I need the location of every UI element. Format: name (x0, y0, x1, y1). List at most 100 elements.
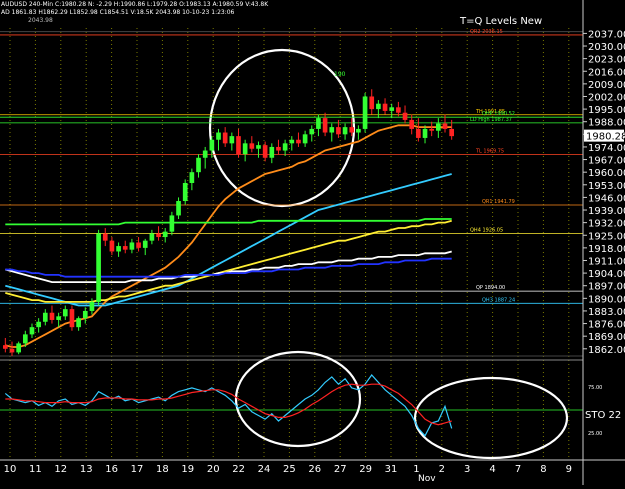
candle-body (89, 301, 95, 311)
candle-body (329, 127, 335, 133)
level-label: QP 1894.00 (476, 285, 505, 291)
candle-body (322, 118, 328, 133)
y-tick-label: 1890.00 (588, 294, 625, 305)
y-tick-label: 1946.00 (588, 193, 625, 204)
candle-body (422, 128, 428, 138)
candle-body (289, 139, 295, 144)
y-tick-label: 1939.00 (588, 206, 625, 217)
candle-body (336, 127, 341, 135)
candle-body (49, 312, 55, 320)
candle-body (409, 119, 415, 129)
candle-body (136, 242, 141, 248)
candle-body (316, 118, 321, 129)
candle-body (349, 127, 355, 133)
y-tick-label: 2023.00 (588, 55, 625, 66)
x-tick-label: 12 (54, 464, 67, 475)
y-tick-label: 1960.00 (588, 168, 625, 179)
x-tick-label: 10 (4, 464, 17, 475)
candle-body (256, 145, 261, 149)
chart-svg: QR2 2036.15TH 1991.85QHP 1990.52LD High … (0, 0, 625, 485)
y-tick-label: 1876.00 (588, 320, 625, 331)
candle-body (176, 201, 181, 216)
candle-body (122, 246, 128, 250)
sto-tick-label: 25.00 (588, 431, 602, 437)
y-tick-label: 1925.00 (588, 231, 625, 242)
candle-body (156, 233, 161, 238)
last-price-label: 1980.28 (586, 132, 625, 143)
candle-body (109, 240, 115, 252)
y-tick-label: 2016.00 (588, 67, 625, 78)
x-tick-label: 4 (489, 464, 495, 475)
y-tick-label: 1988.00 (588, 118, 625, 129)
candle-body (236, 136, 241, 155)
candle-body (162, 231, 168, 238)
candle-body (96, 233, 101, 302)
level-label: QR1 1941.79 (482, 199, 515, 205)
candle-body (282, 143, 288, 151)
x-tick-label: 24 (258, 464, 271, 475)
sto-title: STO 22 (585, 410, 621, 421)
candle-body (436, 123, 441, 131)
candle-body (9, 348, 15, 353)
y-tick-label: 1883.00 (588, 307, 625, 318)
y-tick-label: 2030.00 (588, 42, 625, 53)
candle-body (249, 143, 255, 149)
y-tick-label: 1897.00 (588, 282, 625, 293)
chart-background (0, 0, 625, 485)
candle-body (449, 128, 455, 137)
sto-tick-label: 75.00 (588, 385, 602, 391)
candle-body (56, 316, 61, 320)
y-tick-label: 1904.00 (588, 269, 625, 280)
y-tick-label: 1869.00 (588, 332, 625, 343)
candle-body (262, 145, 268, 158)
x-tick-label: 7 (515, 464, 521, 475)
candle-body (102, 233, 108, 241)
x-tick-label: 16 (105, 464, 118, 475)
y-tick-label: 1932.00 (588, 219, 625, 230)
candle-body (389, 107, 395, 111)
x-tick-label: 18 (156, 464, 169, 475)
candle-body (116, 246, 121, 252)
x-tick-label: 29 (359, 464, 372, 475)
candle-body (82, 310, 88, 319)
x-tick-label: 8 (540, 464, 546, 475)
candle-body (429, 128, 435, 131)
candle-body (29, 327, 35, 335)
header-corner-value: 2043.98 (28, 17, 53, 24)
x-month-label: Nov (418, 474, 436, 484)
candle-body (362, 96, 368, 129)
y-tick-label: 2002.00 (588, 92, 625, 103)
candle-body (196, 157, 201, 173)
candle-body (42, 312, 48, 322)
y-tick-label: 1967.00 (588, 156, 625, 167)
candle-body (209, 139, 215, 151)
candle-body (302, 134, 308, 144)
candle-body (149, 233, 155, 241)
candle-body (142, 240, 148, 248)
level-label: LD High 1987.37 (470, 117, 512, 123)
candle-body (242, 143, 248, 155)
candle-body (189, 172, 195, 183)
chart-title: T=Q Levels New (459, 16, 542, 27)
x-tick-label: 3 (464, 464, 470, 475)
x-tick-label: 13 (80, 464, 93, 475)
y-tick-label: 2009.00 (588, 80, 625, 91)
candle-body (229, 136, 235, 144)
candle-body (442, 123, 448, 129)
x-tick-label: 22 (232, 464, 245, 475)
candle-body (22, 334, 28, 344)
x-tick-label: 11 (29, 464, 42, 475)
candle-body (216, 132, 221, 140)
x-tick-label: 19 (181, 464, 194, 475)
y-tick-label: 1862.00 (588, 345, 625, 356)
candle-body (129, 242, 135, 250)
x-tick-label: 27 (334, 464, 347, 475)
candle-body (369, 96, 375, 110)
candle-body (396, 107, 401, 113)
level-label: QR2 2036.15 (470, 29, 503, 35)
level-label: TL 1969.75 (475, 149, 504, 155)
candle-body (269, 146, 275, 158)
header-ohlc: AUDUSD 240-Min C:1980.28 N: -2.29 H:1990… (1, 1, 269, 8)
level-label: QH4 1926.05 (470, 227, 503, 233)
candle-body (62, 309, 68, 317)
